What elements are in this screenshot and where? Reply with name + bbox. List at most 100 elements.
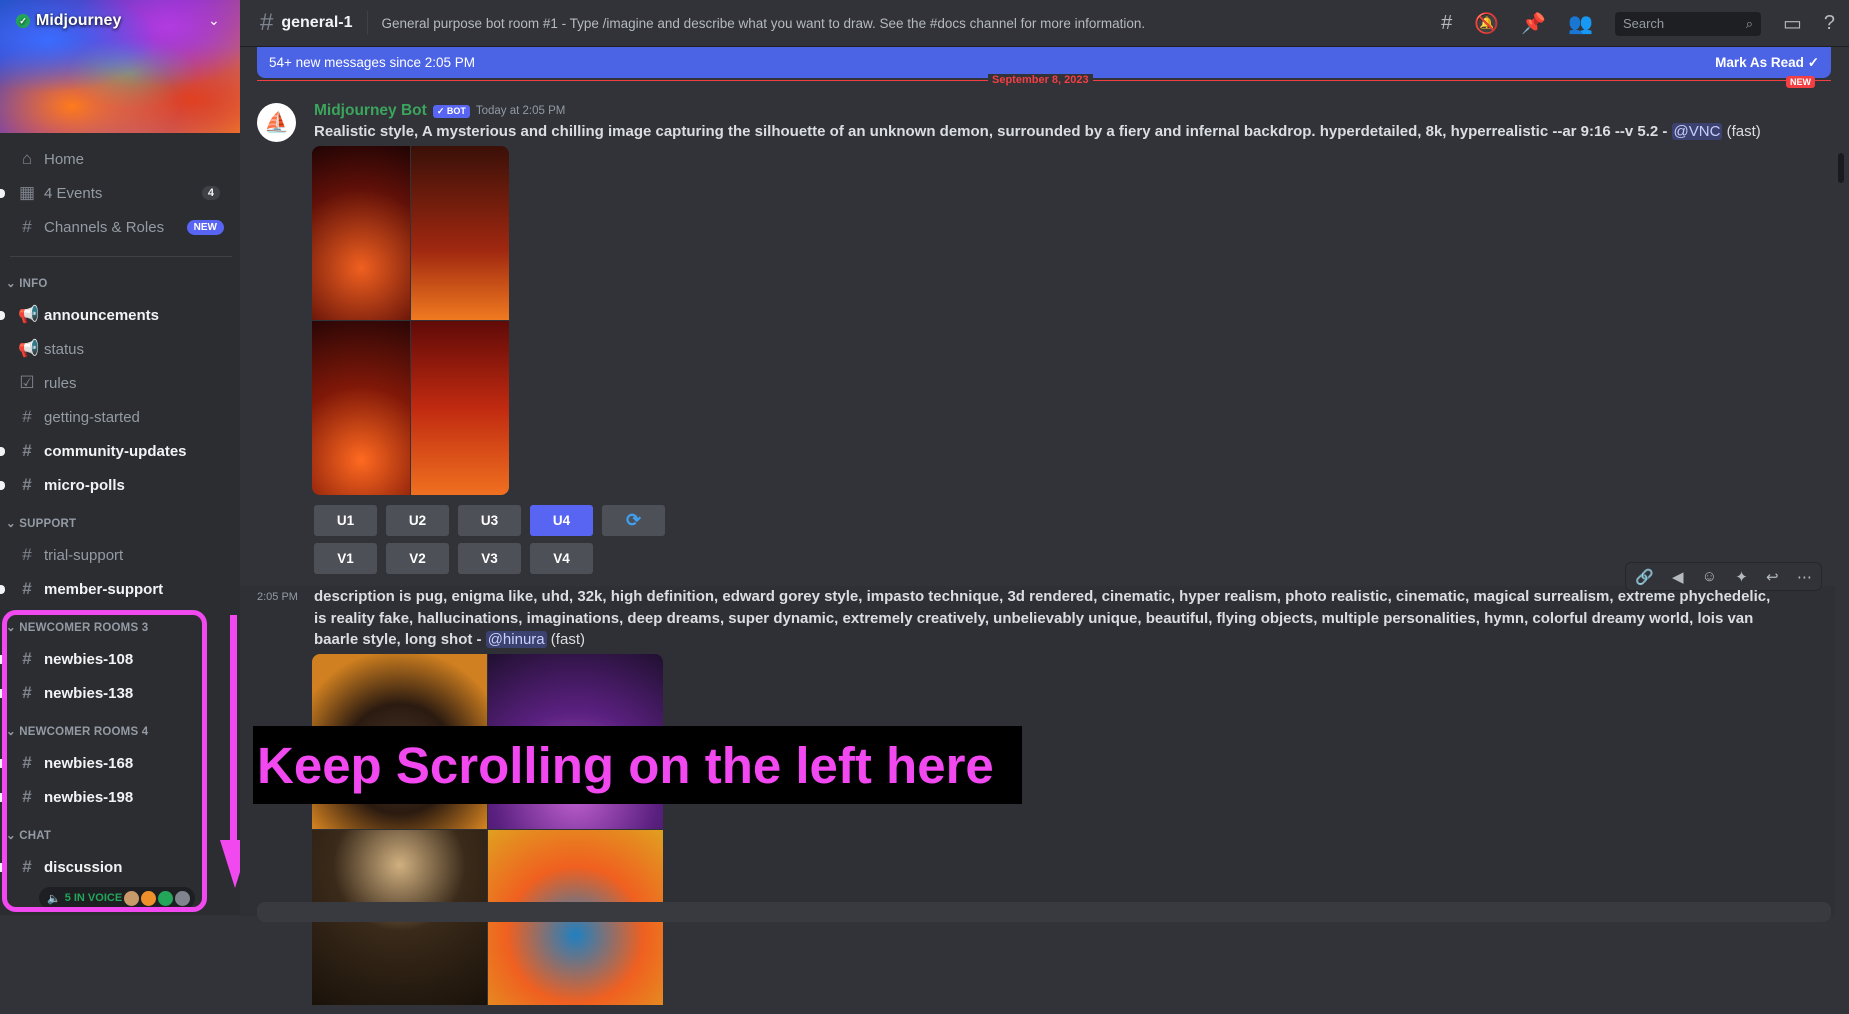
unread-dot: [0, 793, 5, 802]
speaker-icon: 🔈: [47, 892, 61, 905]
sidebar-item-discussion[interactable]: # discussion: [8, 852, 232, 882]
timestamp: Today at 2:05 PM: [475, 105, 566, 117]
avatar: [158, 890, 174, 906]
pin-icon[interactable]: 📌: [1521, 11, 1546, 36]
megaphone-icon[interactable]: ◀: [1672, 568, 1684, 586]
hash-icon: #: [22, 649, 32, 668]
upscale-u4-button[interactable]: U4: [530, 505, 593, 536]
category-header[interactable]: ⌄ SUPPORT: [6, 516, 76, 530]
sidebar-item-home[interactable]: ⌂ Home: [8, 144, 232, 174]
mute-bell-icon[interactable]: 🔕: [1474, 11, 1499, 36]
hash-icon: #: [22, 753, 32, 772]
search-icon: ⌕: [1745, 15, 1753, 31]
server-name[interactable]: ✓ Midjourney: [16, 12, 121, 30]
message-text: Realistic style, A mysterious and chilli…: [314, 123, 1761, 140]
hash-icon: #: [22, 579, 32, 598]
category-header[interactable]: ⌄ NEWCOMER ROOMS 3: [6, 620, 148, 634]
avatar: [141, 890, 157, 906]
channels-icon: #: [22, 217, 32, 236]
unread-dot: [0, 311, 5, 320]
sidebar-item-newbies-138[interactable]: # newbies-138: [8, 678, 232, 708]
hash-icon: #: [22, 787, 32, 806]
divider: [366, 11, 368, 35]
help-icon[interactable]: ?: [1824, 12, 1835, 35]
author-name[interactable]: Midjourney Bot: [314, 102, 427, 120]
variation-v4-button[interactable]: V4: [530, 543, 593, 574]
inbox-icon[interactable]: ▭: [1783, 11, 1802, 36]
unread-dot: [0, 447, 5, 456]
sidebar-item-micro-polls[interactable]: # micro-polls: [8, 470, 232, 500]
channel-sidebar: ✓ Midjourney ⌄ ⌂ Home ▦ 4 Events 4 # Channels &…: [0, 0, 240, 915]
channel-header: # general-1 General purpose bot room #1 …: [240, 0, 1849, 47]
reroll-icon[interactable]: ⟳: [602, 505, 665, 536]
members-icon[interactable]: 👥: [1568, 11, 1593, 36]
image-grid[interactable]: [312, 654, 663, 1014]
verified-icon: ✓: [16, 14, 30, 28]
more-icon[interactable]: ⋯: [1797, 568, 1812, 586]
chevron-down-icon[interactable]: ⌄: [208, 12, 220, 29]
unread-dot: [0, 481, 5, 490]
user-mention[interactable]: @VNC: [1671, 123, 1723, 140]
divider: [10, 256, 232, 257]
channel-title: general-1: [281, 14, 353, 31]
sidebar-item-calendar[interactable]: ▦ 4 Events 4: [8, 178, 232, 208]
new-badge: NEW: [1786, 76, 1815, 88]
unread-dot: [0, 759, 5, 768]
rules-icon: ☑: [19, 373, 35, 392]
home-icon: ⌂: [21, 149, 33, 168]
scrollbar[interactable]: [1838, 153, 1844, 183]
sidebar-item-newbies-198[interactable]: # newbies-198: [8, 782, 232, 812]
count-badge: 4: [201, 186, 220, 200]
hash-icon: #: [22, 475, 32, 494]
image-tile[interactable]: [411, 321, 509, 495]
category-header[interactable]: ⌄ CHAT: [6, 828, 51, 842]
sidebar-item-community-updates[interactable]: # community-updates: [8, 436, 232, 466]
image-tile[interactable]: [312, 146, 410, 320]
link-icon[interactable]: 🔗: [1635, 568, 1654, 586]
image-tile[interactable]: [411, 146, 509, 320]
category-header[interactable]: ⌄ INFO: [6, 276, 48, 290]
threads-icon[interactable]: #: [1441, 12, 1452, 35]
sidebar-item-announcements[interactable]: 📢 announcements: [8, 300, 232, 330]
sidebar-item-newbies-168[interactable]: # newbies-168: [8, 748, 232, 778]
unread-dot: [0, 689, 5, 698]
reply-icon[interactable]: ↩: [1766, 568, 1779, 586]
avatar[interactable]: ⛵: [257, 103, 296, 142]
mark-as-read-button[interactable]: Mark As Read ✓: [1715, 55, 1819, 71]
sidebar-item-getting-started[interactable]: # getting-started: [8, 402, 232, 432]
sidebar-item-rules[interactable]: ☑ rules: [8, 368, 232, 398]
upscale-u3-button[interactable]: U3: [458, 505, 521, 536]
sidebar-item-newbies-108[interactable]: # newbies-108: [8, 644, 232, 674]
sidebar-item-member-support[interactable]: # member-support: [8, 574, 232, 604]
search-input[interactable]: Search ⌕: [1614, 11, 1761, 36]
announcement-icon: 📢: [18, 339, 40, 358]
sidebar-item-status[interactable]: 📢 status: [8, 334, 232, 364]
new-badge: NEW: [186, 219, 224, 235]
date-divider: September 8, 2023: [988, 74, 1093, 86]
message-input[interactable]: [257, 902, 1831, 922]
timestamp: 2:05 PM: [257, 591, 298, 603]
variation-v3-button[interactable]: V3: [458, 543, 521, 574]
image-tile[interactable]: [312, 321, 410, 495]
user-mention[interactable]: @hinura: [485, 631, 547, 648]
category-header[interactable]: ⌄ NEWCOMER ROOMS 4: [6, 724, 148, 738]
hash-icon: #: [22, 683, 32, 702]
variation-v2-button[interactable]: V2: [386, 543, 449, 574]
channel-hash-icon: #: [260, 9, 274, 36]
bot-badge: ✓ BOT: [432, 104, 470, 118]
announcement-icon: 📢: [18, 305, 40, 324]
super-reaction-icon[interactable]: ✦: [1735, 568, 1748, 586]
upscale-u1-button[interactable]: U1: [314, 505, 377, 536]
channel-topic[interactable]: General purpose bot room #1 - Type /imag…: [382, 16, 1146, 31]
upscale-u2-button[interactable]: U2: [386, 505, 449, 536]
voice-indicator[interactable]: 🔈 5 IN VOICE: [39, 887, 195, 909]
avatar: [175, 890, 191, 906]
unread-dot: [0, 863, 5, 872]
sidebar-item-channels[interactable]: # Channels & Roles NEW: [8, 212, 232, 242]
add-reaction-icon[interactable]: ☺: [1702, 568, 1717, 585]
variation-v1-button[interactable]: V1: [314, 543, 377, 574]
message-text: description is pug, enigma like, uhd, 32…: [314, 588, 1771, 648]
sidebar-item-trial-support[interactable]: # trial-support: [8, 540, 232, 570]
image-grid[interactable]: [312, 146, 509, 495]
avatar: [124, 890, 140, 906]
